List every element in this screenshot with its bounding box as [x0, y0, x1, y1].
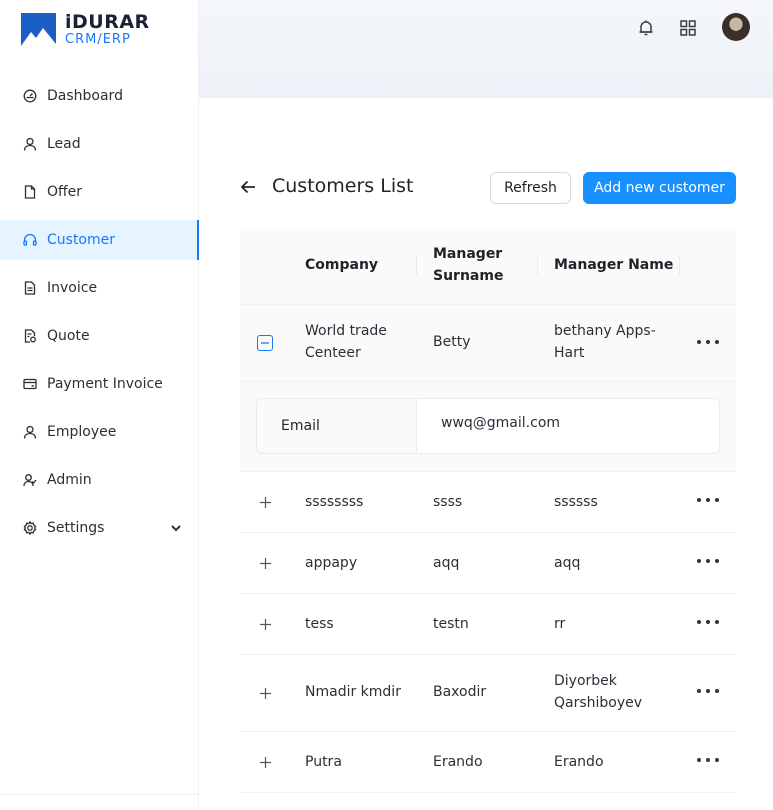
cell-company: tess	[305, 616, 334, 632]
cell-manager-name: Hart	[554, 345, 585, 361]
cell-surname: Betty	[433, 334, 471, 350]
more-actions-icon[interactable]	[697, 619, 719, 625]
collapse-row-button[interactable]	[257, 335, 273, 351]
cell-manager-name: ssssss	[554, 494, 598, 510]
cell-company: Putra	[305, 754, 342, 770]
apps-grid-icon[interactable]	[678, 18, 698, 38]
sidebar-item-label: Invoice	[47, 280, 98, 296]
more-actions-icon[interactable]	[697, 688, 719, 694]
expanded-row-details: Email wwq@gmail.com	[240, 382, 736, 472]
cell-surname: ssss	[433, 494, 463, 510]
expand-row-icon[interactable]	[259, 496, 272, 509]
sidebar-item-lead[interactable]: Lead	[0, 124, 199, 164]
column-divider	[679, 254, 680, 276]
cell-manager-name: rr	[554, 616, 566, 632]
cell-company: Centeer	[305, 345, 361, 361]
details-box: Email wwq@gmail.com	[256, 398, 720, 454]
cell-company: Nmadir kmdir	[305, 684, 401, 700]
file-icon	[24, 185, 36, 199]
table-header: Company Manager Surname Manager Name	[240, 228, 736, 305]
sidebar-item-label: Lead	[47, 136, 81, 152]
sidebar-item-label: Customer	[47, 232, 116, 248]
avatar[interactable]	[722, 13, 750, 41]
sidebar-item-label: Payment Invoice	[47, 376, 163, 392]
sidebar-item-admin[interactable]: Admin	[0, 460, 199, 500]
cell-manager-name: Erando	[554, 754, 604, 770]
more-actions-icon[interactable]	[697, 558, 719, 564]
logo-subtitle: CRM/ERP	[65, 32, 131, 47]
cell-manager-name: Qarshiboyev	[554, 695, 643, 711]
credit-card-icon	[23, 378, 37, 390]
chevron-down-icon[interactable]	[170, 522, 182, 534]
cell-manager-name: Diyorbek	[554, 673, 617, 689]
sidebar-item-quote[interactable]: Quote	[0, 316, 199, 356]
logo-title: iDURAR	[65, 11, 150, 33]
expand-row-icon[interactable]	[259, 756, 272, 769]
column-header-manager-name[interactable]: Manager Name	[554, 254, 673, 276]
more-actions-icon[interactable]	[697, 497, 719, 503]
column-header-company[interactable]: Company	[305, 254, 378, 276]
expand-row-icon[interactable]	[259, 557, 272, 570]
cell-company: World trade	[305, 323, 387, 339]
sidebar-item-payment-invoice[interactable]: Payment Invoice	[0, 364, 199, 404]
expand-row-icon[interactable]	[259, 687, 272, 700]
cell-surname: aqq	[433, 555, 460, 571]
column-header-surname-line2[interactable]: Surname	[433, 265, 503, 287]
minus-icon	[261, 342, 269, 344]
table-row[interactable]: tess testn rr	[240, 594, 736, 655]
cell-company: ssssssss	[305, 494, 364, 510]
dashboard-icon	[23, 89, 37, 103]
cell-manager-name: aqq	[554, 555, 581, 571]
add-customer-button[interactable]: Add new customer	[583, 172, 736, 204]
email-label: Email	[257, 399, 417, 453]
table-row[interactable]: ssssssss ssss ssssss	[240, 472, 736, 533]
back-arrow-icon[interactable]	[240, 179, 256, 195]
more-actions-icon[interactable]	[697, 757, 719, 763]
column-divider	[537, 254, 538, 276]
sidebar-item-label: Admin	[47, 472, 92, 488]
sidebar-divider	[0, 794, 199, 795]
sidebar-item-employee[interactable]: Employee	[0, 412, 199, 452]
column-header-surname-line1[interactable]: Manager	[433, 243, 502, 265]
sidebar-item-label: Dashboard	[47, 88, 123, 104]
team-icon	[23, 474, 37, 487]
headset-icon	[23, 233, 37, 246]
sidebar-item-dashboard[interactable]: Dashboard	[0, 76, 199, 116]
table-row[interactable]: appapy aqq aqq	[240, 533, 736, 594]
sidebar-item-customer[interactable]: Customer	[0, 220, 199, 260]
cell-company: appapy	[305, 555, 358, 571]
file-text-icon	[24, 281, 36, 295]
sidebar-item-label: Offer	[47, 184, 83, 200]
sidebar-item-settings[interactable]: Settings	[0, 508, 199, 548]
bell-icon[interactable]	[636, 18, 656, 38]
gear-icon	[23, 521, 37, 535]
refresh-button[interactable]: Refresh	[490, 172, 571, 204]
header	[199, 0, 773, 98]
file-sync-icon	[24, 329, 36, 343]
user-icon	[23, 425, 37, 439]
sidebar: iDURAR CRM/ERP Dashboard Lead Offer Cust…	[0, 0, 199, 810]
table-row[interactable]: World trade Centeer Betty bethany Apps- …	[240, 305, 736, 382]
cell-surname: Baxodir	[433, 684, 487, 700]
sidebar-item-label: Quote	[47, 328, 90, 344]
table-row[interactable]: Putra Erando Erando	[240, 732, 736, 793]
sidebar-item-label: Employee	[47, 424, 117, 440]
table-row[interactable]: Nmadir kmdir Baxodir Diyorbek Qarshiboye…	[240, 655, 736, 732]
expand-row-icon[interactable]	[259, 618, 272, 631]
sidebar-item-label: Settings	[47, 520, 105, 536]
logo[interactable]: iDURAR CRM/ERP	[21, 13, 150, 46]
user-icon	[23, 137, 37, 151]
column-divider	[416, 254, 417, 276]
sidebar-item-offer[interactable]: Offer	[0, 172, 199, 212]
logo-mountain-icon	[21, 13, 56, 46]
sidebar-menu: Dashboard Lead Offer Customer Invoice Qu…	[0, 76, 199, 556]
page-title: Customers List	[272, 175, 414, 197]
cell-manager-name: bethany Apps-	[554, 323, 656, 339]
more-actions-icon[interactable]	[697, 339, 719, 345]
cell-surname: Erando	[433, 754, 483, 770]
email-value: wwq@gmail.com	[441, 415, 561, 431]
sidebar-item-invoice[interactable]: Invoice	[0, 268, 199, 308]
cell-surname: testn	[433, 616, 469, 632]
customers-table: Company Manager Surname Manager Name Wor…	[240, 228, 736, 793]
